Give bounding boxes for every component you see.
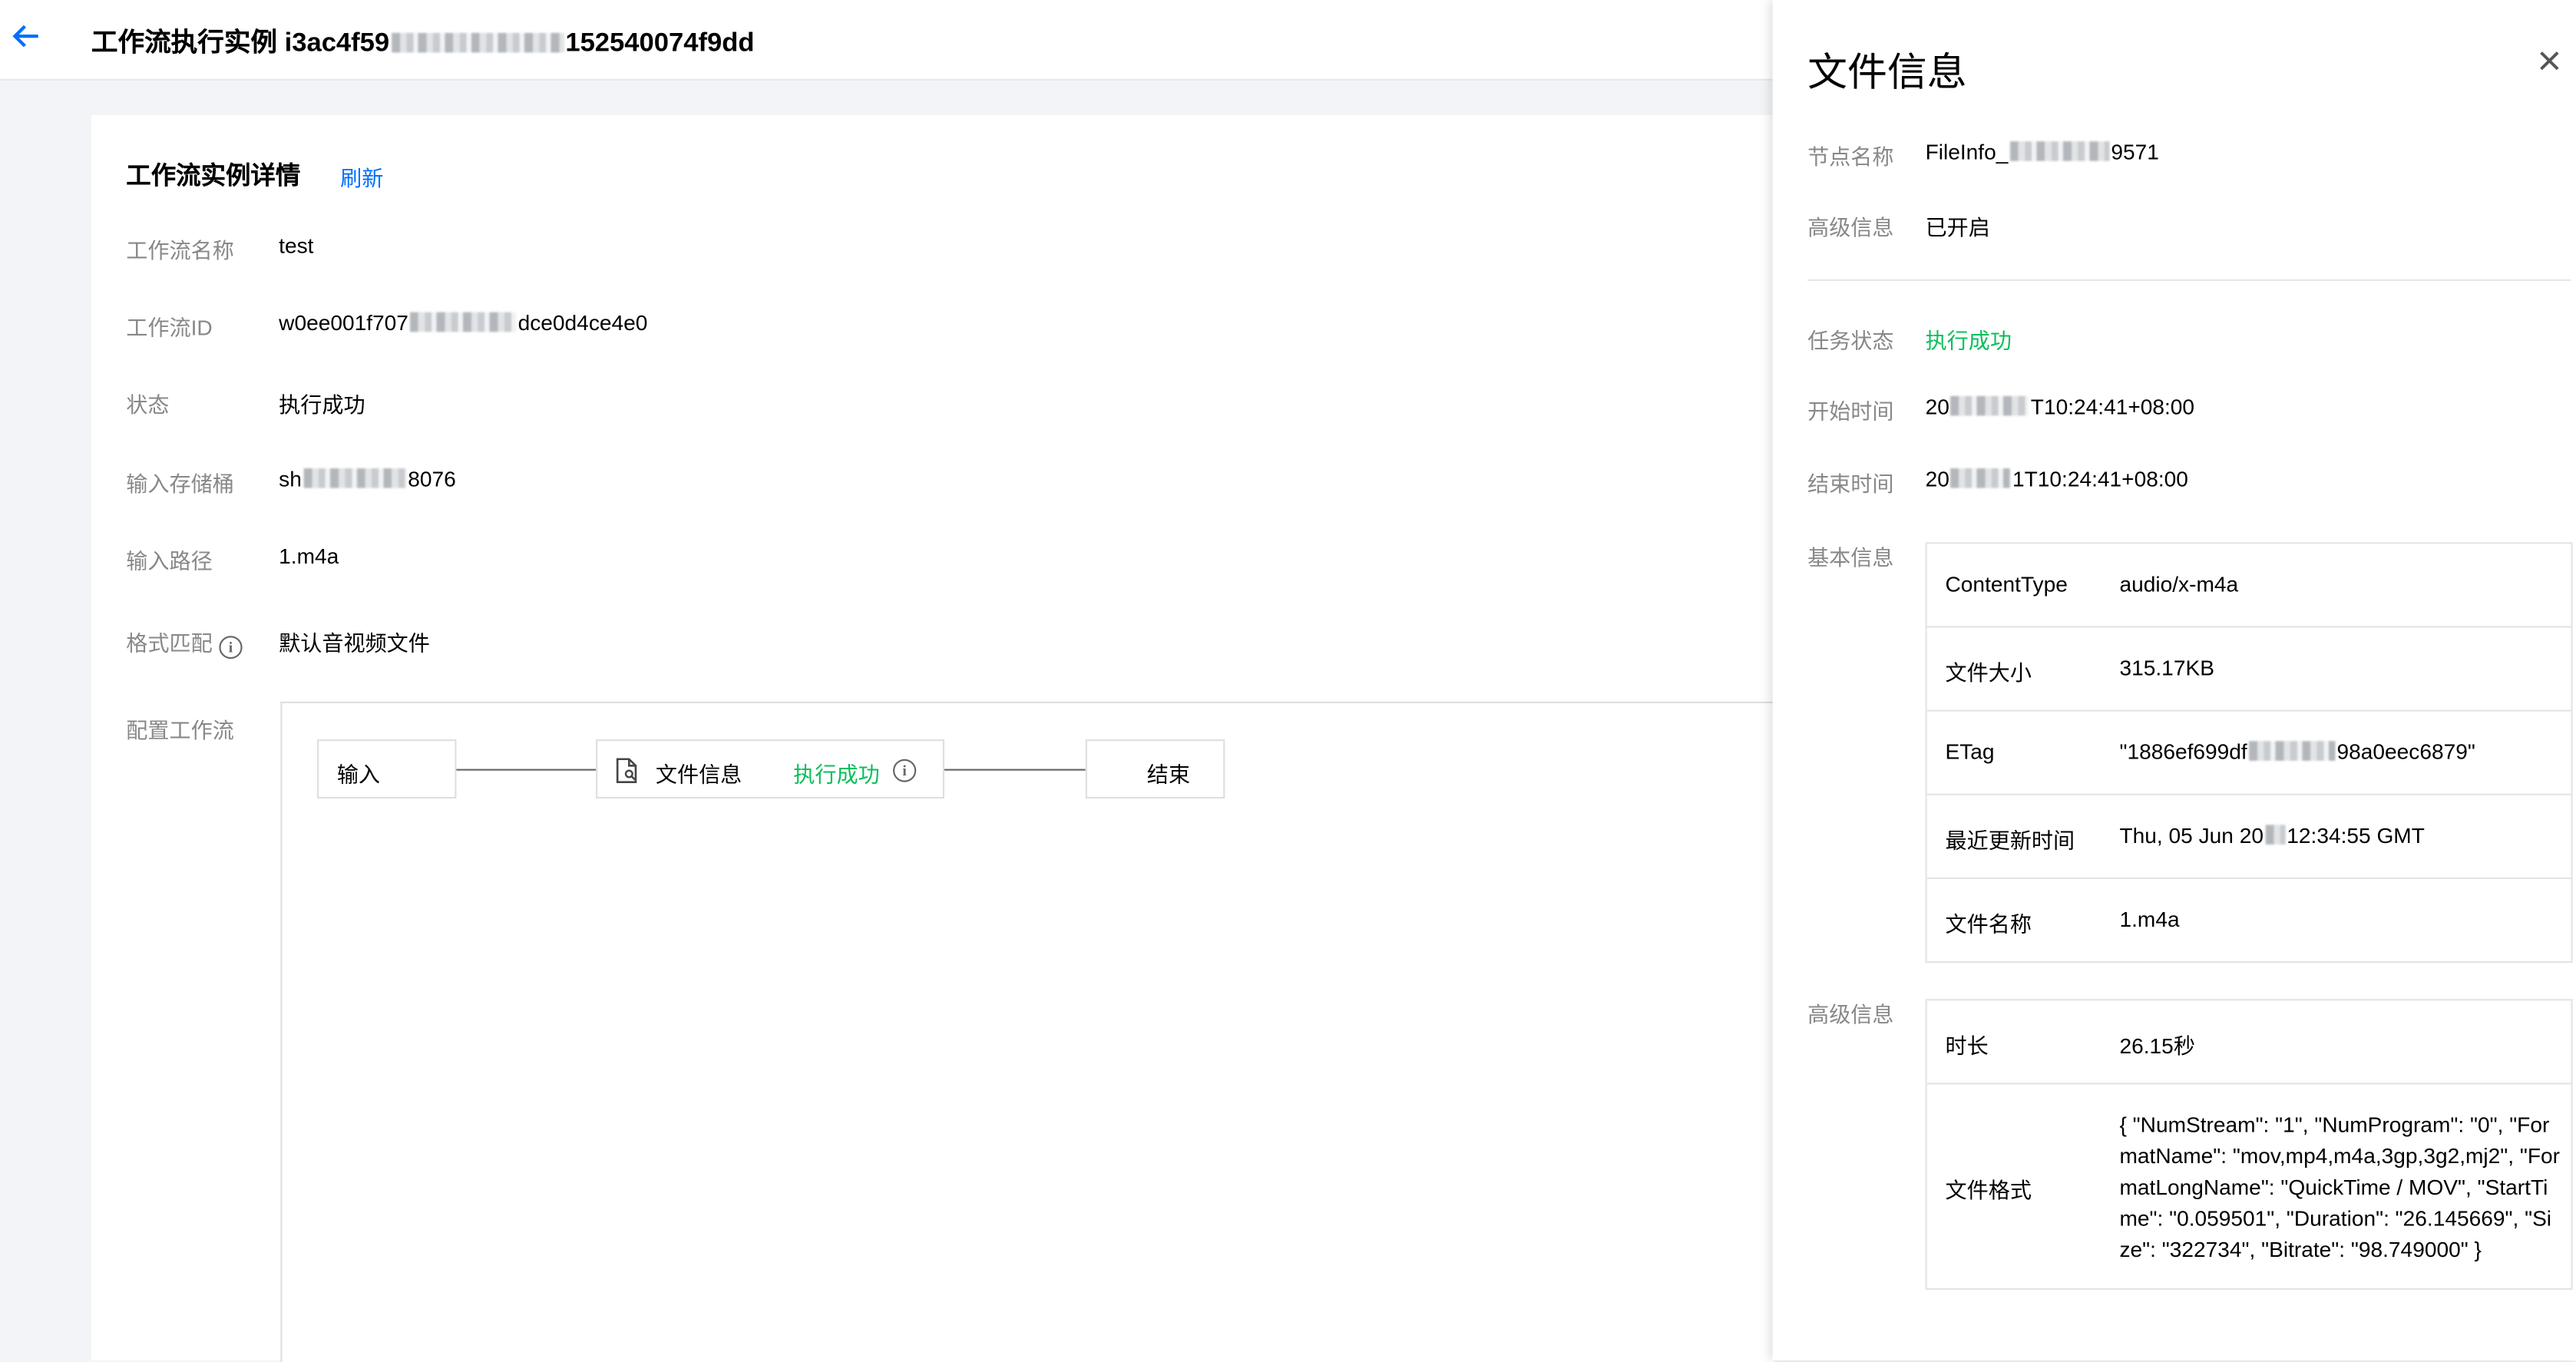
- refresh-link[interactable]: 刷新: [340, 161, 383, 193]
- advanced-info-label-text: 高级信息: [1807, 1002, 1894, 1027]
- table-row: 最近更新时间 Thu, 05 Jun 20 12:34:55 GMT: [1926, 795, 2571, 879]
- workflow-id-prefix: w0ee001f707: [279, 310, 408, 336]
- input-bucket-value: sh 8076: [279, 467, 456, 491]
- last-modified-key: 最近更新时间: [1945, 828, 2075, 853]
- last-modified-value: Thu, 05 Jun 20 12:34:55 GMT: [2119, 823, 2424, 848]
- file-name-value: 1.m4a: [2119, 907, 2180, 932]
- redacted-mask: [410, 312, 517, 332]
- last-modified-prefix: Thu, 05 Jun 20: [2119, 823, 2264, 848]
- task-status-label: 任务状态: [1807, 329, 1894, 354]
- etag-key: ETag: [1945, 739, 1995, 765]
- page-title: 工作流执行实例 i3ac4f59 152540074f9dd: [91, 20, 755, 59]
- start-time-suffix: T10:24:41+08:00: [2030, 394, 2195, 419]
- workflow-id-suffix: dce0d4ce4e0: [518, 310, 648, 336]
- card-title: 工作流实例详情: [126, 162, 301, 191]
- page-title-prefix: 工作流执行实例 i3ac4f59: [91, 29, 390, 58]
- workflow-name-label: 工作流名称: [126, 238, 234, 263]
- advanced-label: 高级信息: [1807, 215, 1894, 240]
- file-size-key: 文件大小: [1945, 660, 2032, 686]
- advanced-value: 已开启: [1925, 215, 1990, 240]
- input-bucket-label: 输入存储桶: [126, 471, 234, 497]
- flow-node-input[interactable]: 输入: [316, 739, 457, 799]
- end-time-value: 20 1T10:24:41+08:00: [1926, 467, 2188, 491]
- table-row: 文件大小 315.17KB: [1926, 628, 2571, 712]
- format-match-value: 默认音视频文件: [279, 630, 430, 656]
- file-info-drawer: 文件信息 节点名称 FileInfo_ 9571 高级信息 已开启 任务状态 执行…: [1772, 0, 2576, 1361]
- content-type-key: ContentType: [1945, 571, 2068, 597]
- format-match-label-text: 格式匹配: [126, 630, 213, 656]
- workflow-id-label: 工作流ID: [126, 315, 213, 341]
- page-title-suffix: 152540074f9dd: [565, 29, 755, 58]
- info-icon[interactable]: i: [892, 759, 917, 782]
- redacted-mask: [391, 32, 564, 53]
- input-bucket-prefix: sh: [279, 466, 302, 491]
- file-name-key: 文件名称: [1945, 911, 2032, 937]
- input-path-label: 输入路径: [126, 548, 213, 574]
- flow-node-input-label: 输入: [336, 762, 381, 788]
- node-name-label: 节点名称: [1807, 144, 1894, 170]
- etag-suffix: 98a0eec6879": [2336, 739, 2475, 765]
- task-status-value: 执行成功: [1925, 329, 2012, 354]
- duration-key: 时长: [1945, 1033, 1989, 1059]
- file-format-value: { "NumStream": "1", "NumProgram": "0", "…: [2119, 1112, 2561, 1262]
- workflow-name-value: test: [279, 233, 314, 258]
- basic-info-label-text: 基本信息: [1807, 545, 1894, 570]
- flow-node-status: 执行成功: [793, 762, 880, 788]
- etag-prefix: "1886ef699df: [2119, 739, 2247, 765]
- flow-node-fileinfo-label: 文件信息: [655, 762, 742, 788]
- table-row: 文件格式 { "NumStream": "1", "NumProgram": "…: [1927, 1084, 2571, 1288]
- etag-value: "1886ef699df 98a0eec6879": [2119, 739, 2475, 764]
- config-workflow-label: 配置工作流: [126, 718, 234, 743]
- basic-info-table: ContentType audio/x-m4a 文件大小 315.17KB ET…: [1925, 542, 2573, 964]
- page: 工作流执行实例 i3ac4f59 152540074f9dd 工作流实例详情 刷新…: [0, 0, 2576, 1362]
- flow-node-end[interactable]: 结束: [1085, 739, 1225, 799]
- end-time-suffix: 1T10:24:41+08:00: [2012, 466, 2188, 491]
- redacted-mask: [1951, 395, 2029, 416]
- file-format-key: 文件格式: [1945, 1178, 2032, 1203]
- workflow-id-value: w0ee001f707 dce0d4ce4e0: [279, 310, 647, 335]
- redacted-mask: [303, 468, 407, 488]
- flow-connector: [944, 769, 1086, 771]
- table-row: 文件名称 1.m4a: [1927, 879, 2571, 961]
- workflow-instance-card: 工作流实例详情 刷新 工作流名称 test 工作流ID w0ee001f707 d…: [91, 114, 1774, 1362]
- back-arrow-icon[interactable]: [10, 20, 43, 53]
- redacted-mask: [2265, 825, 2286, 845]
- start-time-prefix: 20: [1925, 394, 1949, 419]
- drawer-title: 文件信息: [1807, 51, 1967, 96]
- close-icon[interactable]: [2536, 48, 2563, 74]
- flow-node-end-label: 结束: [1146, 762, 1190, 788]
- status-value: 执行成功: [279, 392, 365, 418]
- last-modified-suffix: 12:34:55 GMT: [2287, 823, 2425, 848]
- file-search-icon: [616, 758, 639, 789]
- duration-value: 26.15秒: [2119, 1033, 2195, 1059]
- file-size-value: 315.17KB: [2119, 655, 2214, 681]
- table-row: ETag "1886ef699df 98a0eec6879": [1926, 712, 2571, 795]
- table-row: 时长 26.15秒: [1926, 1000, 2571, 1085]
- flow-connector: [456, 769, 598, 771]
- start-time-value: 20 T10:24:41+08:00: [1926, 395, 2194, 419]
- info-icon[interactable]: i: [219, 636, 243, 660]
- end-time-label: 结束时间: [1807, 471, 1894, 497]
- redacted-mask: [2248, 741, 2336, 761]
- start-time-label: 开始时间: [1807, 399, 1894, 425]
- workflow-canvas: 输入 文件信息 执行成功 i 结束: [280, 701, 1774, 1362]
- content-type-value: audio/x-m4a: [2119, 571, 2239, 597]
- node-name-value: FileInfo_ 9571: [1926, 140, 2159, 164]
- end-time-prefix: 20: [1925, 466, 1949, 491]
- node-name-prefix: FileInfo_: [1925, 139, 2009, 165]
- redacted-mask: [2009, 141, 2110, 161]
- top-bar: 工作流执行实例 i3ac4f59 152540074f9dd: [0, 0, 1773, 81]
- flow-node-fileinfo[interactable]: 文件信息 执行成功 i: [596, 739, 945, 799]
- format-match-label: 格式匹配 i: [126, 626, 243, 660]
- node-name-suffix: 9571: [2111, 139, 2159, 165]
- table-row: ContentType audio/x-m4a: [1926, 544, 2571, 628]
- status-label: 状态: [126, 392, 170, 418]
- advanced-info-table: 时长 26.15秒 文件格式 { "NumStream": "1", "NumP…: [1925, 999, 2573, 1290]
- divider: [1807, 279, 2571, 281]
- input-bucket-suffix: 8076: [408, 466, 456, 491]
- input-path-value: 1.m4a: [279, 544, 339, 569]
- redacted-mask: [1951, 468, 2011, 488]
